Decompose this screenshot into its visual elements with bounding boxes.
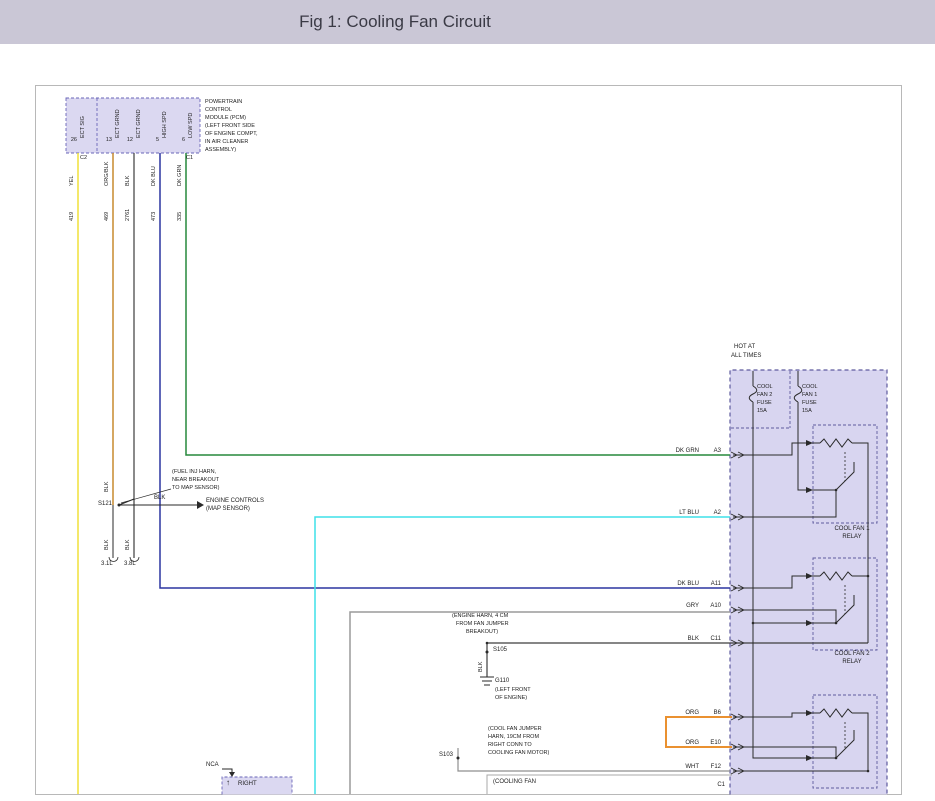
pcm-pin-number: 12 [123, 137, 133, 145]
pcm-connector-c2: C2 [80, 155, 87, 163]
engine-harn-note: FROM FAN JUMPER [456, 621, 509, 629]
g110-location: (LEFT FRONT [495, 687, 531, 695]
wire-pin-label: A10 [701, 603, 721, 610]
s105-label: S105 [493, 647, 507, 654]
pcm-signal-label: ECT SIG [80, 116, 87, 138]
wire-color-label: DK GRN [177, 165, 184, 186]
wire-color-label: ORG [657, 740, 699, 747]
wire-color-label: BLK [125, 176, 132, 186]
right-fan-label: RIGHT [238, 781, 257, 788]
wire-color-label: DK BLU [657, 581, 699, 588]
map-sensor-dest: (MAP SENSOR) [206, 506, 250, 513]
s103-label: S103 [433, 752, 453, 759]
fuse-2-label: COOL [757, 384, 773, 392]
wire-color-label: WHT [657, 764, 699, 771]
s103-splice-dot [457, 757, 460, 760]
fuse-2-label: FUSE [757, 400, 772, 408]
wire-color-label: DK GRN [657, 448, 699, 455]
wire-color-label: BLK [478, 662, 485, 672]
wire-color-label: ORG [657, 710, 699, 717]
fuel-harn-note: (FUEL INJ HARN, [172, 469, 216, 477]
wire-pin-label: B6 [701, 710, 721, 717]
fuse-1-label: FAN 1 [802, 392, 817, 400]
g110-label: G110 [495, 678, 509, 685]
wire-color-label: LT BLU [657, 510, 699, 517]
cool-fan-1-relay-label: RELAY [818, 534, 886, 541]
cool-fan-2-relay-label: RELAY [818, 659, 886, 666]
right-fan-connector-box [222, 777, 292, 795]
wire-color-label: BLK [104, 482, 111, 492]
jumper-harn-note: HARN, 19CM FROM [488, 734, 539, 742]
pcm-pin-number: 26 [67, 137, 77, 145]
fuse-2-label: 15A [757, 408, 767, 416]
wire-color-label: BLK [657, 636, 699, 643]
relay-center-box [730, 370, 887, 795]
pcm-signal-label: LOW SPD [188, 113, 195, 138]
cooling-fan-label: (COOLING FAN [493, 779, 536, 786]
wire-color-label: BLK [104, 540, 111, 550]
circuit-number-label: 469 [104, 212, 111, 221]
cooling-fan-circuit-page: Fig 1: Cooling Fan Circuit [0, 0, 935, 801]
fuel-harn-note: TO MAP SENSOR) [172, 485, 219, 493]
fuel-harn-note: NEAR BREAKOUT [172, 477, 219, 485]
up-arrow-icon: ↑ [226, 779, 230, 786]
pcm-pin-number: 5 [149, 137, 159, 145]
fuse-1-label: 15A [802, 408, 812, 416]
wire-pin-label: A11 [701, 581, 721, 588]
circuit-number-label: 419 [69, 212, 76, 221]
pcm-description: MODULE (PCM) [205, 115, 246, 123]
pcm-signal-label: ECT GRND [115, 109, 122, 138]
fuse-2-label: FAN 2 [757, 392, 772, 400]
pcm-signal-label: HIGH SPD [162, 111, 169, 138]
pcm-pin-number: 6 [175, 137, 185, 145]
map-sensor-dest: ENGINE CONTROLS [206, 498, 264, 505]
wire-color-label: GRY [657, 603, 699, 610]
pcm-signal-label: ECT GRND [136, 109, 143, 138]
pcm-description: CONTROL [205, 107, 232, 115]
jumper-harn-note: (COOL FAN JUMPER [488, 726, 542, 734]
jumper-harn-note: RIGHT CONN TO [488, 742, 532, 750]
circuit-number-label: 2761 [125, 209, 132, 221]
s121-splice-dot [118, 504, 121, 507]
hot-at-label: HOT AT [734, 344, 755, 351]
wire-color-label: ORG/BLK [104, 162, 111, 186]
hot-at-label: ALL TIMES [731, 353, 761, 360]
pcm-description: IN AIR CLEANER [205, 139, 248, 147]
pcm-pin-number: 13 [102, 137, 112, 145]
engine-variant-label: 3.8L [124, 561, 136, 568]
jumper-harn-note: COOLING FAN MOTOR) [488, 750, 549, 758]
g110-location: OF ENGINE) [495, 695, 527, 703]
fuse-1-label: COOL [802, 384, 818, 392]
engine-harn-note: (ENGINE HARN, 4 CM [452, 613, 508, 621]
wire-color-label: DK BLU [151, 166, 158, 186]
pcm-connector-c1: C1 [186, 155, 193, 163]
wire-pin-label: C11 [701, 636, 721, 643]
pcm-description: ASSEMBLY) [205, 147, 236, 155]
engine-harn-note: BREAKOUT) [466, 629, 498, 637]
s121-label: S121 [92, 501, 112, 508]
fuse-1-label: FUSE [802, 400, 817, 408]
pcm-description: OF ENGINE COMPT, [205, 131, 258, 139]
cool-fan-1-relay-label: COOL FAN 1 [818, 526, 886, 533]
nca-label: NCA [206, 762, 219, 769]
engine-variant-label: 3.1L [101, 561, 113, 568]
s105-splice-dot [486, 651, 489, 654]
wire-pin-label: A3 [701, 448, 721, 455]
wire-color-label: BLK [125, 540, 132, 550]
wire-pin-label: F12 [701, 764, 721, 771]
pcm-description: (LEFT FRONT SIDE [205, 123, 255, 131]
wire-pin-label: E10 [701, 740, 721, 747]
wire-color-label: YEL [69, 176, 76, 186]
blk-arrow-label: BLK [154, 495, 165, 502]
pcm-description: POWERTRAIN [205, 99, 242, 107]
circuit-number-label: 473 [151, 212, 158, 221]
circuit-number-label: 335 [177, 212, 184, 221]
cool-fan-2-relay-label: COOL FAN 2 [818, 651, 886, 658]
wire-pin-label: A2 [701, 510, 721, 517]
relay-connector-c1: C1 [705, 782, 725, 789]
